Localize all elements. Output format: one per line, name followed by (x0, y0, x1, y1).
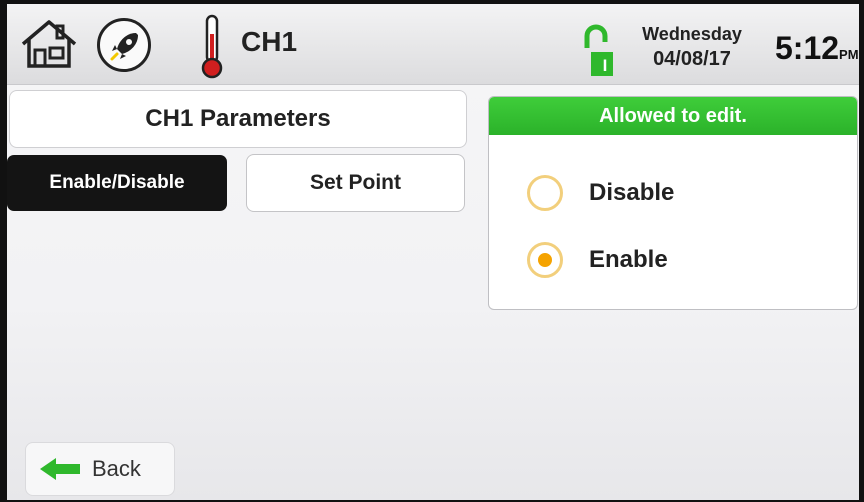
day-label: Wednesday (642, 24, 742, 44)
thermometer-icon (201, 14, 223, 79)
edit-status-banner: Allowed to edit. (489, 97, 857, 135)
device-screen: CH1 I Wednesday 04/08/17 5:12PM CH1 Para… (7, 4, 859, 500)
lock-letter: I (602, 56, 608, 75)
disable-radio[interactable] (527, 175, 563, 211)
set-point-button[interactable]: Set Point (246, 154, 465, 212)
disable-option[interactable]: Disable (527, 175, 674, 211)
date-label: 04/08/17 (653, 48, 731, 70)
page-title: CH1 (241, 26, 298, 57)
disable-label: Disable (589, 179, 675, 206)
header-bar: CH1 I Wednesday 04/08/17 5:12PM (7, 4, 859, 85)
back-button[interactable]: Back (25, 442, 175, 496)
enable-option[interactable]: Enable (527, 242, 668, 278)
time-label: 5:12 (775, 30, 840, 66)
enable-disable-button[interactable]: Enable/Disable (7, 155, 227, 211)
parameters-title: CH1 Parameters (9, 90, 467, 148)
enable-label: Enable (589, 246, 668, 273)
home-button[interactable] (17, 18, 81, 70)
home-icon (21, 20, 77, 68)
edit-panel: Allowed to edit. Disable Enable (488, 96, 858, 310)
back-arrow-icon (40, 458, 80, 480)
ampm-label: PM (839, 47, 859, 62)
back-label: Back (92, 456, 141, 481)
rocket-icon (110, 33, 138, 61)
rocket-button[interactable] (97, 18, 151, 72)
enable-radio[interactable] (527, 242, 563, 278)
clock: 5:12PM (775, 30, 859, 67)
